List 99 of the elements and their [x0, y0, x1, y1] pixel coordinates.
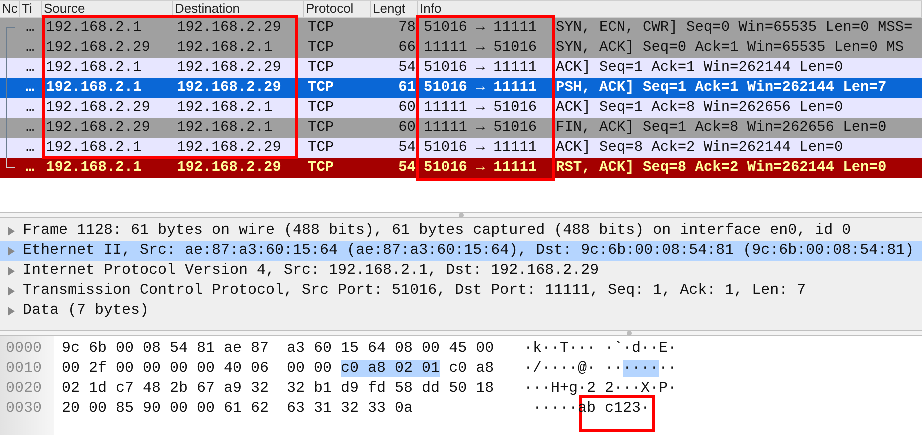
offset-cell: 0020 [6, 380, 42, 397]
column-header[interactable]: Nc [0, 1, 20, 17]
column-header[interactable]: Source [42, 1, 173, 17]
ports-cell: 11111 → 51016 [424, 120, 538, 136]
hex-bytes: 9c 6b 00 08 54 81 ae 87 a3 60 15 64 08 00 45 00 [62, 340, 494, 357]
info-cell: SYN, ACK] Seq=0 Ack=1 Win=65535 Len=0 MS [556, 40, 904, 56]
source-cell: 192.168.2.1 [46, 140, 142, 156]
packet-row[interactable]: … 192.168.2.1 192.168.2.29 TCP 54 51016 → 11111 ACK] Seq=1 Ack=1 Win=262144 Len=0 [0, 58, 922, 78]
info-cell: FIN, ACK] Seq=1 Ack=8 Win=262656 Len=0 [556, 120, 887, 136]
length-cell: 54 [398, 60, 416, 76]
packet-row[interactable]: … 192.168.2.29 192.168.2.1 TCP 66 11111 → 51016 SYN, ACK] Seq=0 Ack=1 Win=65535 Len=0 MS [0, 38, 922, 58]
time-cell: … [26, 160, 35, 176]
ports-cell: 51016 → 11111 [424, 140, 538, 156]
hex-bytes: 20 00 85 90 00 00 61 62 63 31 32 33 0a [62, 400, 414, 417]
column-header[interactable]: Ti [20, 1, 42, 17]
packet-row[interactable]: … 192.168.2.29 192.168.2.1 TCP 60 11111 → 51016 ACK] Seq=1 Ack=8 Win=262656 Len=0 [0, 98, 922, 118]
hex-bytes: c0 a8 02 01 [341, 360, 440, 377]
hex-bytes: c0 a8 [448, 360, 494, 377]
offset-cell: 0030 [6, 400, 42, 417]
source-cell: 192.168.2.1 [46, 160, 142, 176]
destination-cell: 192.168.2.1 [177, 120, 273, 136]
detail-row[interactable]: Internet Protocol Version 4, Src: 192.168.2.1, Dst: 192.168.2.29 [0, 261, 922, 281]
collapsed-triangle-icon[interactable] [7, 226, 15, 236]
collapsed-triangle-icon[interactable] [7, 246, 15, 256]
length-cell: 78 [398, 20, 416, 36]
time-cell: … [26, 100, 35, 116]
destination-cell: 192.168.2.29 [177, 160, 282, 176]
splitter-handle-icon[interactable] [458, 212, 464, 218]
time-cell: … [26, 60, 35, 76]
packet-row[interactable]: … 192.168.2.1 192.168.2.29 TCP 54 51016 → 11111 ACK] Seq=8 Ack=2 Win=262144 Len=0 [0, 138, 922, 158]
time-cell: … [26, 20, 35, 36]
ascii-bytes: ·· [659, 360, 678, 377]
length-cell: 54 [398, 140, 416, 156]
info-cell: ACK] Seq=8 Ack=2 Win=262144 Len=0 [556, 140, 844, 156]
column-header[interactable]: Destination [173, 1, 304, 17]
time-cell: … [26, 120, 35, 136]
ports-cell: 51016 → 11111 [424, 160, 538, 176]
splitter-handle-icon[interactable] [627, 330, 632, 336]
protocol-cell: TCP [308, 100, 334, 116]
detail-text: Data (7 bytes) [23, 300, 150, 321]
collapsed-triangle-icon[interactable] [7, 286, 15, 296]
ascii-bytes: ···· [623, 360, 660, 377]
time-cell: … [26, 80, 35, 96]
ports-cell: 51016 → 11111 [424, 20, 538, 36]
time-cell: … [26, 140, 35, 156]
time-cell: … [26, 40, 35, 56]
source-cell: 192.168.2.29 [46, 120, 150, 136]
detail-text: Internet Protocol Version 4, Src: 192.168.2.1, Dst: 192.168.2.29 [23, 260, 600, 281]
collapsed-triangle-icon[interactable] [7, 306, 15, 316]
length-cell: 66 [398, 40, 416, 56]
detail-row[interactable]: Transmission Control Protocol, Src Port: 51016, Dst Port: 11111, Seq: 1, Ack: 1, Len: 7 [0, 281, 922, 301]
protocol-cell: TCP [308, 120, 334, 136]
info-cell: ACK] Seq=1 Ack=1 Win=262144 Len=0 [556, 60, 844, 76]
source-cell: 192.168.2.1 [46, 80, 142, 96]
offset-cell: 0000 [6, 340, 42, 357]
detail-row[interactable]: Data (7 bytes) [0, 301, 922, 321]
destination-cell: 192.168.2.29 [177, 80, 282, 96]
destination-cell: 192.168.2.29 [177, 140, 282, 156]
source-cell: 192.168.2.29 [46, 40, 150, 56]
hex-bytes: 02 1d c7 48 2b 67 a9 32 32 b1 d9 fd 58 dd 50 18 [62, 380, 494, 397]
destination-cell: 192.168.2.29 [177, 20, 282, 36]
destination-cell: 192.168.2.29 [177, 60, 282, 76]
protocol-cell: TCP [308, 160, 334, 176]
collapsed-triangle-icon[interactable] [7, 266, 15, 276]
hex-bytes: 00 2f 00 00 00 00 40 06 00 00 [62, 360, 334, 377]
destination-cell: 192.168.2.1 [177, 40, 273, 56]
ascii-bytes: ·/····@· ·· [524, 360, 624, 377]
length-cell: 60 [398, 100, 416, 116]
packet-row[interactable]: … 192.168.2.1 192.168.2.29 TCP 61 51016 → 11111 PSH, ACK] Seq=1 Ack=1 Win=262144 Len=7 [0, 78, 922, 98]
packet-row[interactable]: … 192.168.2.29 192.168.2.1 TCP 60 11111 → 51016 FIN, ACK] Seq=1 Ack=8 Win=262656 Len=0 [0, 118, 922, 138]
ascii-bytes: ···H+g·2 2···X·P· [524, 380, 678, 397]
packet-row[interactable]: … 192.168.2.1 192.168.2.29 TCP 78 51016 → 11111 SYN, ECN, CWR] Seq=0 Win=65535 Len=0 MSS= [0, 18, 922, 38]
source-cell: 192.168.2.29 [46, 100, 150, 116]
packet-row[interactable]: … 192.168.2.1 192.168.2.29 TCP 54 51016 → 11111 RST, ACK] Seq=8 Ack=2 Win=262144 Len=0 [0, 158, 922, 178]
column-header[interactable]: Lengt [371, 1, 418, 17]
info-cell: ACK] Seq=1 Ack=8 Win=262656 Len=0 [556, 100, 844, 116]
info-cell: RST, ACK] Seq=8 Ack=2 Win=262144 Len=0 [556, 160, 887, 176]
length-cell: 54 [398, 160, 416, 176]
protocol-cell: TCP [308, 60, 334, 76]
source-cell: 192.168.2.1 [46, 60, 142, 76]
protocol-cell: TCP [308, 80, 334, 96]
ports-cell: 11111 → 51016 [424, 40, 538, 56]
column-header[interactable]: Protocol [304, 1, 371, 17]
destination-cell: 192.168.2.1 [177, 100, 273, 116]
column-header[interactable]: Info [418, 1, 922, 17]
protocol-cell: TCP [308, 140, 334, 156]
ascii-bytes: ·k··T··· ·`·d··E· [524, 340, 678, 357]
length-cell: 61 [398, 80, 416, 96]
protocol-cell: TCP [308, 20, 334, 36]
source-cell: 192.168.2.1 [46, 20, 142, 36]
detail-text: Transmission Control Protocol, Src Port: 51016, Dst Port: 11111, Seq: 1, Ack: 1, Len: 7 [23, 280, 806, 301]
info-cell: PSH, ACK] Seq=1 Ack=1 Win=262144 Len=7 [556, 80, 887, 96]
ports-cell: 11111 → 51016 [424, 100, 538, 116]
ports-cell: 51016 → 11111 [424, 60, 538, 76]
ports-cell: 51016 → 11111 [424, 80, 538, 96]
protocol-cell: TCP [308, 40, 334, 56]
info-cell: SYN, ECN, CWR] Seq=0 Win=65535 Len=0 MSS= [556, 20, 913, 36]
length-cell: 60 [398, 120, 416, 136]
offset-cell: 0010 [6, 360, 42, 377]
